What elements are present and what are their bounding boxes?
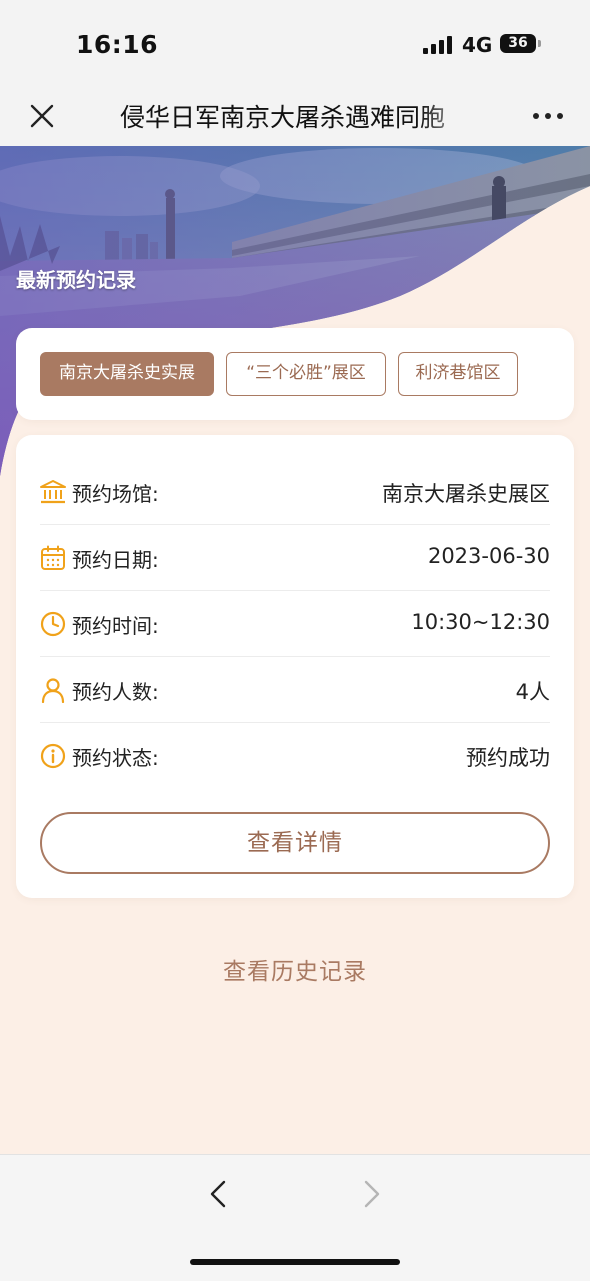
latest-booking-title: 最新预约记录	[16, 268, 136, 292]
home-indicator[interactable]	[190, 1259, 400, 1265]
time-label: 预约时间:	[72, 614, 159, 638]
banner-image	[0, 146, 590, 476]
signal-icon	[423, 36, 452, 54]
date-value: 2023-06-30	[427, 544, 550, 568]
time-row: 预约时间: 10:30~12:30	[40, 591, 550, 657]
battery-tip	[538, 40, 541, 47]
network-type: 4G	[462, 33, 493, 57]
more-icon[interactable]	[530, 110, 566, 122]
status-value: 预约成功	[466, 746, 550, 770]
calendar-icon	[41, 545, 65, 570]
title-fade	[420, 96, 480, 136]
museum-icon	[40, 480, 66, 504]
venue-row: 预约场馆: 南京大屠杀史展区	[40, 459, 550, 525]
forward-arrow-icon[interactable]	[356, 1179, 386, 1209]
tab-three-victories-area[interactable]: “三个必胜”展区	[226, 352, 386, 396]
reservation-card: 预约场馆: 南京大屠杀史展区 预约日期: 2023-06-30 预约时间: 10…	[16, 435, 574, 898]
status-time: 16:16	[76, 30, 159, 59]
venue-tabs: 南京大屠杀史实展 “三个必胜”展区 利济巷馆区	[16, 328, 574, 420]
time-value: 10:30~12:30	[411, 610, 550, 634]
people-label: 预约人数:	[72, 680, 159, 704]
close-icon[interactable]	[26, 100, 58, 132]
browser-bottom-bar	[0, 1154, 590, 1281]
status-row: 预约状态: 预约成功	[40, 723, 550, 789]
tab-nanjing-massacre-exhibition[interactable]: 南京大屠杀史实展	[40, 352, 214, 396]
page-title: 侵华日军南京大屠杀遇难同胞	[120, 103, 446, 132]
back-arrow-icon[interactable]	[204, 1179, 234, 1209]
date-row: 预约日期: 2023-06-30	[40, 525, 550, 591]
info-icon	[40, 743, 66, 769]
battery-icon: 36	[500, 34, 536, 53]
people-value: 4人	[515, 680, 550, 704]
nav-bar: 侵华日军南京大屠杀遇难同胞	[0, 86, 590, 146]
main-content: 最新预约记录 南京大屠杀史实展 “三个必胜”展区 利济巷馆区 预约场馆: 南京大…	[0, 146, 590, 1154]
people-row: 预约人数: 4人	[40, 657, 550, 723]
date-label: 预约日期:	[72, 548, 159, 572]
person-icon	[41, 678, 65, 703]
view-details-button[interactable]: 查看详情	[40, 812, 550, 874]
venue-value: 南京大屠杀史展区	[382, 482, 550, 506]
view-history-button[interactable]: 查看历史记录	[0, 952, 590, 986]
venue-label: 预约场馆:	[72, 482, 159, 506]
status-bar: 16:16 4G 36	[0, 0, 590, 86]
tab-lijixiang-area[interactable]: 利济巷馆区	[398, 352, 518, 396]
status-label: 预约状态:	[72, 746, 159, 770]
clock-icon	[40, 611, 66, 637]
